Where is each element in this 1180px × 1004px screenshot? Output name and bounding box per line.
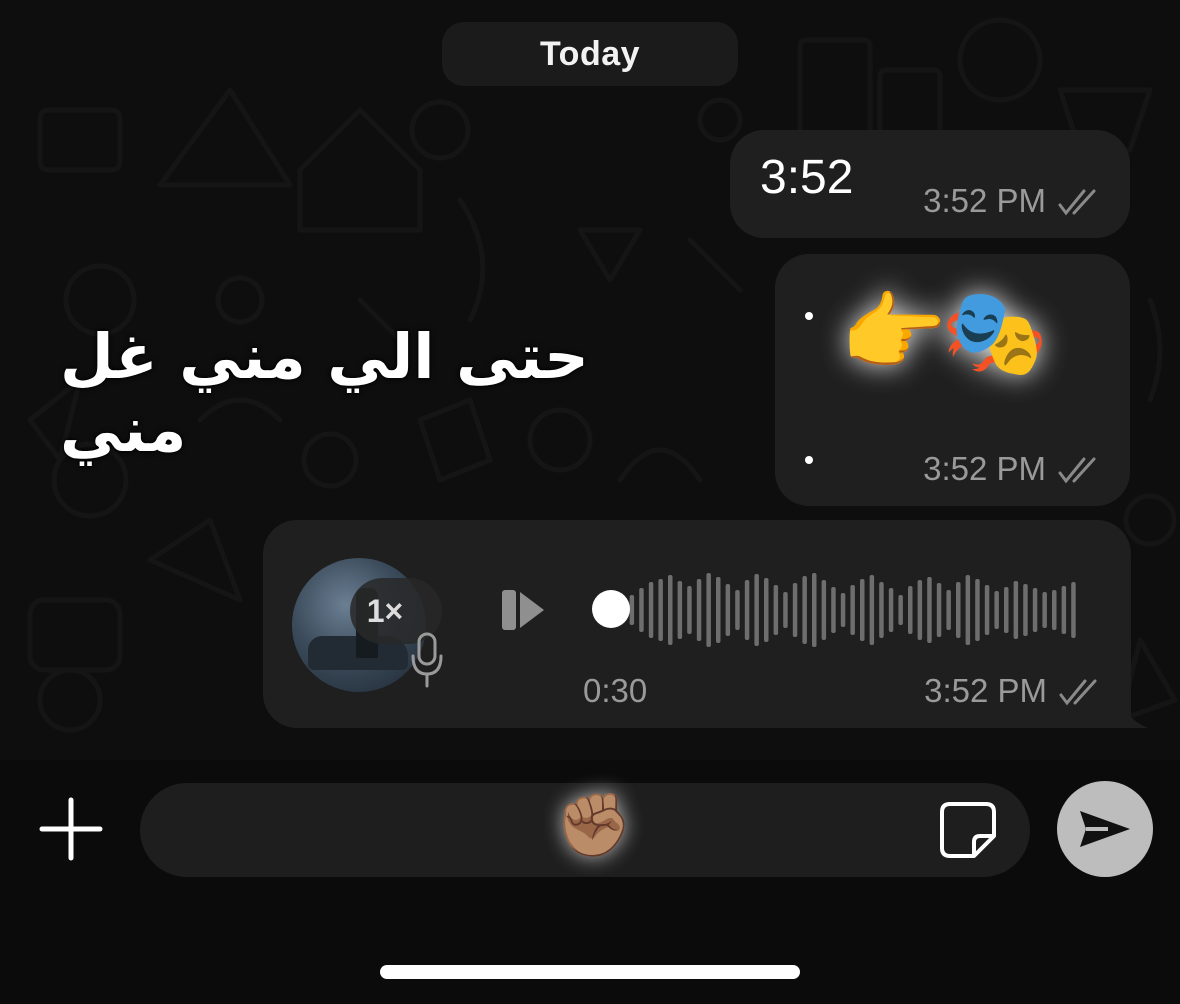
message-time: 3:52 PM <box>923 450 1046 487</box>
date-separator: Today <box>442 22 738 86</box>
waveform-bar <box>754 574 759 646</box>
waveform-bar <box>1071 582 1076 638</box>
play-icon[interactable] <box>500 586 546 634</box>
waveform-bar <box>687 586 692 634</box>
waveform-bar <box>783 592 788 628</box>
waveform-bar <box>888 588 894 632</box>
double-check-icon <box>1059 679 1097 706</box>
send-button[interactable] <box>1057 781 1153 877</box>
home-indicator <box>380 965 800 979</box>
waveform-bar <box>629 595 635 625</box>
waveform-bar <box>898 595 903 625</box>
mic-icon <box>411 632 443 688</box>
waveform-bar <box>965 575 971 645</box>
waveform-bar <box>648 582 654 638</box>
waveform-bar <box>975 579 980 641</box>
waveform-bar <box>1013 581 1019 639</box>
message-bubble-emoji[interactable]: 👉🎭 3:52 PM <box>775 254 1130 506</box>
waveform-bar <box>831 587 836 633</box>
input-emoji: ✊🏽 <box>555 791 633 860</box>
waveform-bar <box>917 580 923 640</box>
waveform-bar <box>936 583 942 637</box>
waveform-bar <box>792 583 798 637</box>
bullet-dot <box>805 312 813 320</box>
waveform-bar <box>1023 584 1028 636</box>
waveform-bar <box>1061 586 1067 634</box>
waveform-bar <box>850 585 855 635</box>
waveform-bar <box>706 573 711 647</box>
waveform-bar <box>764 578 769 642</box>
waveform-bar <box>725 584 731 636</box>
send-icon <box>1080 811 1130 847</box>
waveform-bar <box>821 580 827 640</box>
playback-scrubber-knob[interactable] <box>592 590 630 628</box>
waveform-bar <box>1042 592 1047 628</box>
waveform-bar <box>716 577 721 643</box>
message-bubble-text[interactable]: 3:52 3:52 PM <box>730 130 1130 238</box>
bubble-tail <box>1120 700 1148 728</box>
waveform-bar <box>927 577 932 643</box>
waveform-bar <box>677 581 683 639</box>
voice-duration: 0:30 <box>583 672 648 709</box>
message-time: 3:52 PM <box>924 672 1047 709</box>
overlay-caption: حتى الي مني غل مني <box>60 320 589 466</box>
message-meta: 3:52 PM <box>923 182 1102 220</box>
waveform-bar <box>668 575 673 645</box>
waveform-bar <box>984 585 990 635</box>
waveform-bar <box>956 582 961 638</box>
message-text: 3:52 <box>760 151 854 204</box>
waveform-bar <box>735 590 740 630</box>
waveform-bar <box>639 588 644 632</box>
waveform-bar <box>879 582 884 638</box>
bullet-dot <box>805 456 813 464</box>
waveform-bar <box>994 591 999 629</box>
waveform-bar <box>802 576 807 644</box>
waveform-bar <box>696 579 702 641</box>
voice-waveform[interactable] <box>612 568 1082 652</box>
double-check-icon <box>1058 189 1096 216</box>
plus-icon[interactable] <box>38 796 104 862</box>
message-meta: 3:52 PM <box>924 672 1103 710</box>
waveform-bar <box>1052 590 1057 630</box>
double-check-icon <box>1058 457 1096 484</box>
waveform-bar <box>840 593 846 627</box>
waveform-bar <box>869 575 875 645</box>
waveform-bar <box>773 585 779 635</box>
waveform-bar <box>1032 588 1038 632</box>
message-meta: 3:52 PM <box>923 450 1102 488</box>
message-time: 3:52 PM <box>923 182 1046 219</box>
waveform-bar <box>1004 587 1009 633</box>
waveform-bar <box>946 590 951 630</box>
waveform-bar <box>658 579 663 641</box>
waveform-bar <box>744 580 750 640</box>
emoji-content: 👉🎭 <box>840 285 1048 381</box>
waveform-bar <box>812 573 817 647</box>
waveform-bar <box>860 579 865 641</box>
sticker-icon[interactable] <box>938 800 998 860</box>
waveform-bar <box>908 586 913 634</box>
